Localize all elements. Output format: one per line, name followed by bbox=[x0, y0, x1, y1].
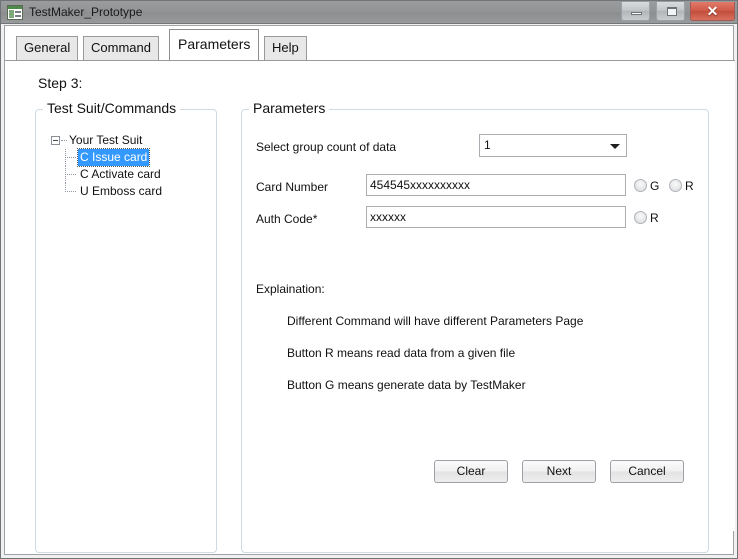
window-title: TestMaker_Prototype bbox=[29, 5, 143, 19]
tree-root-label: Your Test Suit bbox=[69, 133, 143, 147]
parameters-page: Step 3: Test Suit/Commands Your Test Sui… bbox=[5, 61, 735, 553]
maximize-icon bbox=[666, 7, 677, 16]
explanation-line-1: Different Command will have different Pa… bbox=[287, 314, 584, 328]
tree-connector bbox=[61, 140, 67, 142]
auth-code-label: Auth Code* bbox=[256, 212, 318, 226]
auth-code-read-label: R bbox=[650, 211, 659, 225]
explanation-line-2: Button R means read data from a given fi… bbox=[287, 346, 516, 360]
auth-code-input[interactable]: xxxxxx bbox=[366, 206, 626, 228]
minimize-icon bbox=[631, 12, 643, 15]
auth-code-read-radio[interactable]: R bbox=[634, 211, 659, 225]
title-bar[interactable]: TestMaker_Prototype ✕ bbox=[1, 1, 737, 24]
group-count-select[interactable]: 1 bbox=[479, 134, 627, 157]
tree-root-node[interactable]: Your Test Suit bbox=[48, 132, 208, 149]
window-form-icon bbox=[7, 5, 23, 20]
radio-dot-icon bbox=[634, 211, 647, 224]
card-number-generate-radio[interactable]: G bbox=[634, 179, 659, 193]
test-suit-groupbox: Test Suit/Commands Your Test Suit C Issu… bbox=[35, 100, 217, 553]
tab-help[interactable]: Help bbox=[264, 36, 307, 60]
chevron-down-icon[interactable] bbox=[610, 144, 620, 149]
collapse-icon[interactable] bbox=[51, 136, 60, 145]
tab-parameters[interactable]: Parameters bbox=[169, 29, 260, 60]
tree-item-emboss-card[interactable]: U Emboss card bbox=[48, 183, 208, 200]
tree-item-label: U Emboss card bbox=[80, 184, 163, 198]
tree-connector bbox=[65, 157, 76, 159]
card-number-label: Card Number bbox=[256, 180, 329, 194]
tree-item-issue-card[interactable]: C Issue card bbox=[48, 148, 208, 167]
radio-dot-icon bbox=[669, 179, 682, 192]
group-count-value: 1 bbox=[484, 138, 491, 152]
radio-dot-icon bbox=[634, 179, 647, 192]
window-controls: ✕ bbox=[620, 2, 735, 22]
test-suit-treeview[interactable]: Your Test Suit C Issue card C Activate c… bbox=[48, 132, 208, 200]
card-number-input[interactable]: 454545xxxxxxxxxx bbox=[366, 174, 626, 196]
tab-command[interactable]: Command bbox=[83, 36, 159, 60]
tree-connector bbox=[65, 174, 76, 176]
close-icon: ✕ bbox=[706, 3, 719, 19]
tree-item-label: C Issue card bbox=[76, 148, 151, 167]
card-number-generate-label: G bbox=[650, 179, 660, 193]
test-suit-groupbox-title: Test Suit/Commands bbox=[43, 100, 181, 116]
explanation-title: Explaination: bbox=[256, 282, 325, 296]
next-button[interactable]: Next bbox=[522, 460, 596, 483]
step-label: Step 3: bbox=[38, 75, 83, 91]
tree-item-activate-card[interactable]: C Activate card bbox=[48, 166, 208, 183]
tree-item-label: C Activate card bbox=[80, 167, 161, 181]
parameters-groupbox: Parameters Select group count of data 1 … bbox=[241, 100, 709, 553]
application-window: TestMaker_Prototype ✕ General Command Pa… bbox=[0, 0, 738, 559]
group-count-label: Select group count of data bbox=[256, 140, 397, 154]
cancel-button[interactable]: Cancel bbox=[610, 460, 684, 483]
tab-general[interactable]: General bbox=[16, 36, 79, 60]
minimize-button[interactable] bbox=[621, 2, 651, 21]
card-number-read-radio[interactable]: R bbox=[669, 179, 694, 193]
parameters-groupbox-title: Parameters bbox=[249, 100, 330, 116]
clear-button[interactable]: Clear bbox=[434, 460, 508, 483]
card-number-read-label: R bbox=[685, 179, 694, 193]
maximize-button[interactable] bbox=[655, 2, 685, 21]
close-button[interactable]: ✕ bbox=[690, 2, 735, 21]
explanation-line-3: Button G means generate data by TestMake… bbox=[287, 378, 526, 392]
tab-strip: General Command Parameters Help bbox=[5, 26, 735, 61]
tree-connector bbox=[65, 191, 76, 193]
